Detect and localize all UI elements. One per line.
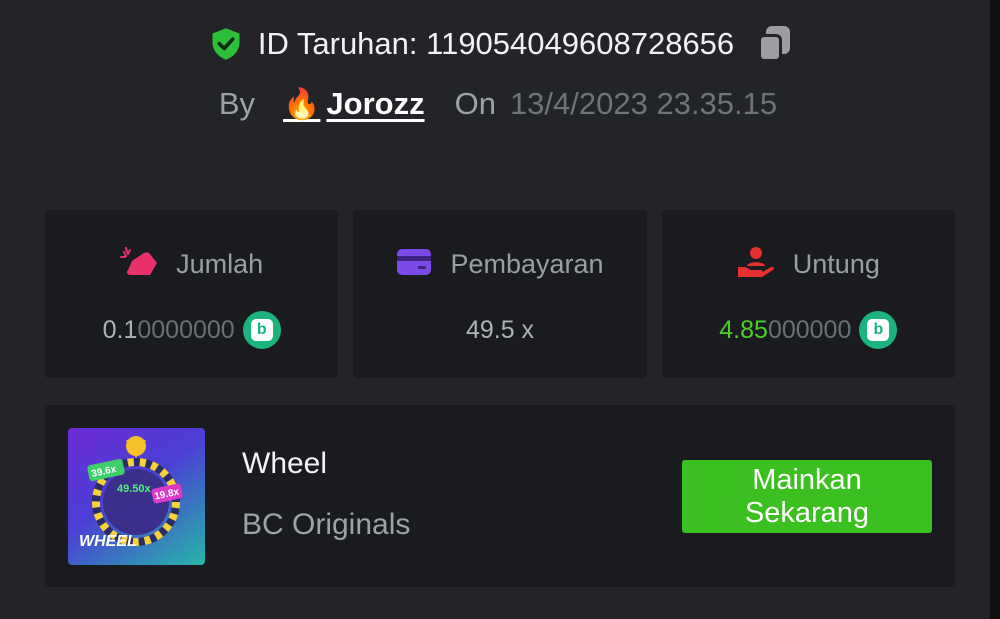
bet-meta-row: By 🔥 Jorozz On 13/4/2023 23.35.15 bbox=[0, 86, 1000, 122]
stat-value: 4.85000000 bbox=[719, 315, 852, 344]
on-label: On bbox=[454, 86, 496, 121]
stat-card-amount: Jumlah 0.10000000 b bbox=[45, 210, 339, 378]
bet-stats: Jumlah 0.10000000 b Pembayaran 49.5 x Un… bbox=[45, 210, 955, 378]
play-now-button[interactable]: Mainkan Sekarang bbox=[682, 460, 932, 533]
copy-icon[interactable] bbox=[756, 24, 792, 64]
bet-datetime: 13/4/2023 23.35.15 bbox=[509, 86, 778, 121]
by-label: By bbox=[218, 86, 256, 121]
bet-id-row: ID Taruhan: 119054049608728656 bbox=[0, 24, 1000, 64]
amount-icon bbox=[120, 246, 158, 282]
stat-card-profit: Untung 4.85000000 b bbox=[661, 210, 955, 378]
game-provider: BC Originals bbox=[242, 508, 411, 541]
card-icon bbox=[396, 247, 432, 282]
username: Jorozz bbox=[326, 86, 425, 121]
stat-value: 0.10000000 bbox=[102, 315, 235, 344]
game-title: Wheel bbox=[242, 447, 328, 480]
stat-value: 49.5 x bbox=[465, 315, 535, 344]
stat-title: Untung bbox=[792, 248, 880, 279]
stat-title: Jumlah bbox=[176, 248, 264, 279]
profit-icon bbox=[737, 246, 775, 283]
game-thumbnail[interactable]: 39.6x 49.50x 19.8x WHEEL bbox=[68, 428, 205, 565]
bc-coin-icon: b bbox=[859, 311, 898, 349]
game-card: 39.6x 49.50x 19.8x WHEEL Wheel BC Origin… bbox=[45, 405, 955, 587]
bet-id-text: ID Taruhan: 119054049608728656 bbox=[257, 26, 735, 61]
svg-text:WHEEL: WHEEL bbox=[79, 533, 137, 550]
verified-shield-icon bbox=[208, 26, 244, 62]
stat-card-payout: Pembayaran 49.5 x bbox=[353, 210, 647, 378]
stat-title: Pembayaran bbox=[450, 248, 604, 279]
fire-icon: 🔥 bbox=[283, 87, 321, 121]
svg-text:49.50x: 49.50x bbox=[117, 483, 152, 495]
user-link[interactable]: 🔥 Jorozz bbox=[283, 86, 425, 122]
bc-coin-icon: b bbox=[242, 311, 281, 349]
